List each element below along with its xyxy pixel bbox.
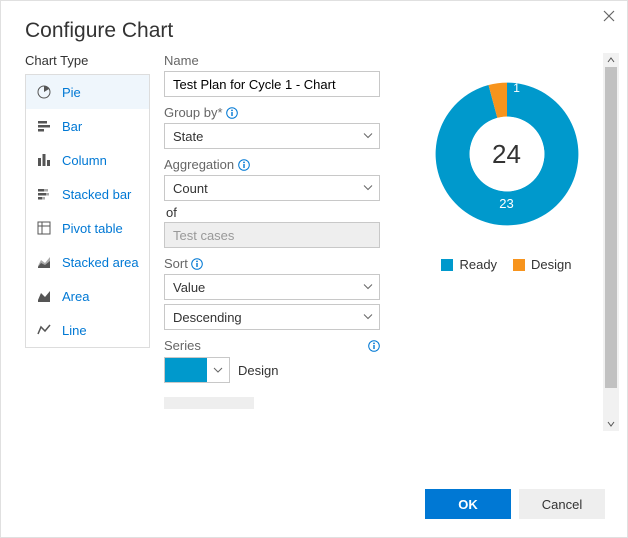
group-by-select[interactable]: State <box>164 123 380 149</box>
pie-icon <box>36 84 52 100</box>
slice-label-design: 1 <box>513 81 520 95</box>
chevron-down-icon <box>363 129 373 144</box>
scroll-thumb[interactable] <box>605 67 617 388</box>
of-field: Test cases <box>164 222 380 248</box>
chart-preview: 24 23 1 <box>422 69 592 239</box>
chart-type-line[interactable]: Line <box>26 313 149 347</box>
color-swatch <box>165 358 207 382</box>
chart-type-pivot[interactable]: Pivot table <box>26 211 149 245</box>
legend-label: Ready <box>459 257 497 272</box>
sort-dir-value: Descending <box>173 310 242 325</box>
slice-label-ready: 23 <box>499 196 513 211</box>
name-field[interactable] <box>164 71 380 97</box>
chart-type-label: Line <box>62 323 87 338</box>
column-icon <box>36 152 52 168</box>
bar-icon <box>36 118 52 134</box>
sort-dir-select[interactable]: Descending <box>164 304 380 330</box>
chart-type-list: Pie Bar Column Stacked bar Pivot table Stacke… <box>25 74 150 348</box>
aggregation-value: Count <box>173 181 208 196</box>
group-by-value: State <box>173 129 203 144</box>
chart-type-stacked-bar[interactable]: Stacked bar <box>26 177 149 211</box>
area-icon <box>36 288 52 304</box>
ok-button[interactable]: OK <box>425 489 511 519</box>
chart-type-label: Pie <box>62 85 81 100</box>
dialog-title: Configure Chart <box>1 1 627 53</box>
scroll-down-icon[interactable] <box>603 417 619 431</box>
group-by-label: Group by* <box>164 105 223 120</box>
of-value: Test cases <box>173 228 234 243</box>
chart-type-bar[interactable]: Bar <box>26 109 149 143</box>
pivot-icon <box>36 220 52 236</box>
chart-type-label: Chart Type <box>25 53 150 68</box>
legend-label: Design <box>531 257 571 272</box>
chart-type-area[interactable]: Area <box>26 279 149 313</box>
chart-legend: Ready Design <box>441 257 571 272</box>
aggregation-select[interactable]: Count <box>164 175 380 201</box>
chart-total: 24 <box>422 69 592 239</box>
sort-label: Sort <box>164 256 188 271</box>
series-placeholder <box>164 397 254 409</box>
legend-swatch <box>513 259 525 271</box>
sort-field-value: Value <box>173 280 205 295</box>
series-label: Series <box>164 338 201 353</box>
chart-type-pie[interactable]: Pie <box>26 75 149 109</box>
stacked-area-icon <box>36 254 52 270</box>
scrollbar[interactable] <box>603 53 619 431</box>
info-icon[interactable] <box>191 257 204 270</box>
info-icon[interactable] <box>237 158 250 171</box>
sort-field-select[interactable]: Value <box>164 274 380 300</box>
chart-type-label: Pivot table <box>62 221 123 236</box>
legend-item: Design <box>513 257 571 272</box>
aggregation-label: Aggregation <box>164 157 234 172</box>
close-icon[interactable] <box>603 9 615 25</box>
legend-item: Ready <box>441 257 497 272</box>
scroll-up-icon[interactable] <box>603 53 619 67</box>
chart-type-label: Column <box>62 153 107 168</box>
info-icon[interactable] <box>367 339 380 352</box>
line-icon <box>36 322 52 338</box>
chevron-down-icon <box>363 310 373 325</box>
series-name: Design <box>238 363 278 378</box>
series-color-picker[interactable] <box>164 357 230 383</box>
chart-type-label: Stacked area <box>62 255 139 270</box>
chart-type-label: Area <box>62 289 89 304</box>
info-icon[interactable] <box>226 106 239 119</box>
chevron-down-icon <box>363 181 373 196</box>
of-label: of <box>166 205 380 220</box>
chart-type-stacked-area[interactable]: Stacked area <box>26 245 149 279</box>
chevron-down-icon <box>207 363 229 378</box>
chevron-down-icon <box>363 280 373 295</box>
chart-type-label: Stacked bar <box>62 187 131 202</box>
chart-type-label: Bar <box>62 119 82 134</box>
legend-swatch <box>441 259 453 271</box>
chart-type-column[interactable]: Column <box>26 143 149 177</box>
name-label: Name <box>164 53 380 68</box>
stacked-bar-icon <box>36 186 52 202</box>
cancel-button[interactable]: Cancel <box>519 489 605 519</box>
